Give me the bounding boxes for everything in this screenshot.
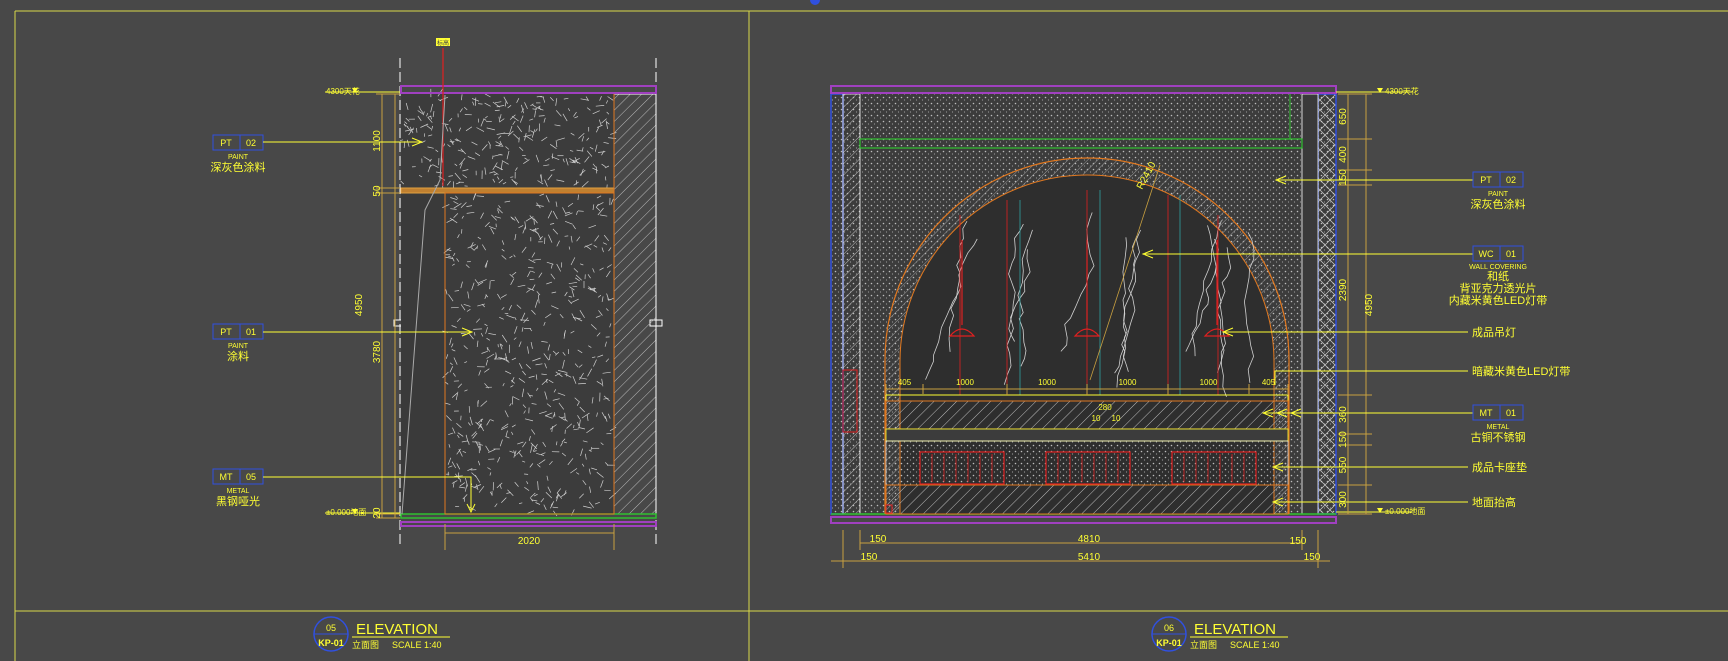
right-dim-label: 300	[1338, 491, 1349, 508]
svg-text:01: 01	[1506, 249, 1516, 259]
stone-texture-stroke	[474, 97, 477, 106]
bench-dim-280: 280	[1098, 403, 1112, 412]
svg-text:背亚克力透光片: 背亚克力透光片	[1460, 281, 1537, 295]
bench-dim-label: 405	[898, 378, 912, 387]
left-ceiling-level: 4300天花	[326, 86, 360, 96]
svg-text:KP-01: KP-01	[1156, 638, 1182, 648]
bench-dim-10b: 10	[1112, 414, 1121, 423]
svg-text:PT: PT	[1480, 175, 1492, 185]
stone-texture-stroke	[473, 328, 482, 330]
left-dim-1: 1100	[372, 130, 383, 152]
stone-texture-stroke	[578, 383, 586, 385]
bottom-dim-b1: 150	[861, 552, 878, 563]
right-dim-label: 150	[1338, 431, 1349, 448]
svg-text:ELEVATION: ELEVATION	[1194, 621, 1276, 638]
svg-text:01: 01	[1506, 408, 1516, 418]
left-title-block: 05 KP-01 ELEVATION 立面图 SCALE 1:40	[313, 616, 450, 652]
left-elevation: 标高 4300天花 ±0.000地面 1100 50 3780 20 4950	[211, 38, 663, 652]
svg-text:ELEVATION: ELEVATION	[356, 621, 438, 638]
svg-text:06: 06	[1164, 623, 1174, 633]
svg-text:PAINT: PAINT	[228, 154, 249, 161]
svg-text:立面图: 立面图	[1190, 639, 1217, 650]
right-dim-total: 4950	[1364, 293, 1375, 316]
svg-text:PAINT: PAINT	[228, 343, 249, 350]
bottom-dim-b2: 5410	[1078, 552, 1101, 563]
svg-text:立面图: 立面图	[352, 639, 379, 650]
svg-text:PT: PT	[220, 327, 232, 337]
bench-dim-label: 1000	[1038, 378, 1056, 387]
cad-drawing: 标高 4300天花 ±0.000地面 1100 50 3780 20 4950	[14, 0, 1728, 661]
svg-text:成品卡座垫: 成品卡座垫	[1472, 460, 1527, 474]
svg-text:地面抬高: 地面抬高	[1472, 495, 1516, 509]
right-dim-label: 650	[1338, 108, 1349, 125]
svg-text:SCALE 1:40: SCALE 1:40	[1230, 640, 1280, 650]
stone-texture-stroke	[551, 153, 554, 159]
left-floor-level: ±0.000地面	[326, 507, 366, 517]
north-marker-icon	[810, 0, 820, 5]
left-top-marker: 标高	[437, 39, 449, 47]
svg-text:涂料: 涂料	[227, 349, 249, 363]
svg-text:深灰色涂料: 深灰色涂料	[1471, 197, 1526, 211]
right-dim-label: 2390	[1338, 278, 1349, 301]
svg-text:PT: PT	[220, 138, 232, 148]
svg-text:05: 05	[246, 472, 256, 482]
svg-text:内藏米黄色LED灯带: 内藏米黄色LED灯带	[1449, 293, 1547, 307]
svg-text:和纸: 和纸	[1487, 270, 1509, 283]
stone-texture-stroke	[520, 319, 530, 321]
stone-texture-stroke	[518, 137, 520, 143]
right-dim-label: 360	[1338, 406, 1349, 423]
bench-dim-label: 1000	[956, 378, 974, 387]
left-dim-4: 20	[372, 507, 383, 519]
svg-text:WALL COVERING: WALL COVERING	[1469, 264, 1527, 271]
right-elevation: 4300天花 ±0.000地面 R2410 650400150239036015…	[830, 85, 1570, 652]
svg-text:02: 02	[1506, 175, 1516, 185]
left-dim-2: 50	[372, 185, 383, 197]
bench-dim-label: 1000	[1200, 378, 1218, 387]
svg-text:暗藏米黄色LED灯带: 暗藏米黄色LED灯带	[1472, 364, 1570, 378]
svg-text:MT: MT	[220, 472, 233, 482]
bench-dim-label: 405	[1262, 378, 1276, 387]
right-ceiling-level: 4300天花	[1385, 86, 1419, 96]
right-dim-label: 150	[1338, 169, 1349, 186]
bottom-dim-a1: 150	[870, 534, 887, 545]
svg-text:02: 02	[246, 138, 256, 148]
right-dim-label: 400	[1338, 146, 1349, 163]
stone-texture-stroke	[450, 306, 459, 309]
svg-text:MT: MT	[1480, 408, 1493, 418]
svg-text:WC: WC	[1479, 249, 1494, 259]
right-title-block: 06 KP-01 ELEVATION 立面图 SCALE 1:40	[1151, 616, 1288, 652]
svg-text:KP-01: KP-01	[318, 638, 344, 648]
bottom-dim-b3: 150	[1304, 552, 1321, 563]
right-dim-label: 550	[1338, 456, 1349, 473]
bench-dim-10a: 10	[1092, 414, 1101, 423]
svg-text:PAINT: PAINT	[1488, 191, 1509, 198]
svg-text:黑钢哑光: 黑钢哑光	[216, 494, 260, 508]
left-dim-total: 4950	[354, 293, 365, 316]
stone-texture-stroke	[489, 280, 491, 290]
stone-texture-stroke	[572, 285, 578, 288]
right-floor-level: ±0.000地面	[1385, 506, 1425, 516]
svg-text:METAL: METAL	[227, 488, 250, 495]
svg-text:01: 01	[246, 327, 256, 337]
bench-dim-label: 1000	[1119, 378, 1137, 387]
left-dim-width: 2020	[518, 536, 541, 547]
stone-texture-stroke	[604, 489, 611, 492]
svg-text:METAL: METAL	[1487, 424, 1510, 431]
bottom-dim-a3: 150	[1290, 536, 1307, 547]
svg-text:成品吊灯: 成品吊灯	[1472, 326, 1516, 339]
left-callout-pt02: PT 02 PAINT 深灰色涂料	[211, 134, 424, 174]
left-dim-3: 3780	[372, 340, 383, 363]
svg-text:深灰色涂料: 深灰色涂料	[211, 160, 266, 174]
svg-text:SCALE 1:40: SCALE 1:40	[392, 640, 442, 650]
svg-text:05: 05	[326, 623, 336, 633]
stone-texture-stroke	[478, 103, 483, 105]
svg-text:古铜不锈钢: 古铜不锈钢	[1471, 430, 1526, 444]
stone-texture-stroke	[538, 115, 545, 117]
bottom-dim-a2: 4810	[1078, 534, 1101, 545]
stone-texture-stroke	[494, 109, 500, 111]
